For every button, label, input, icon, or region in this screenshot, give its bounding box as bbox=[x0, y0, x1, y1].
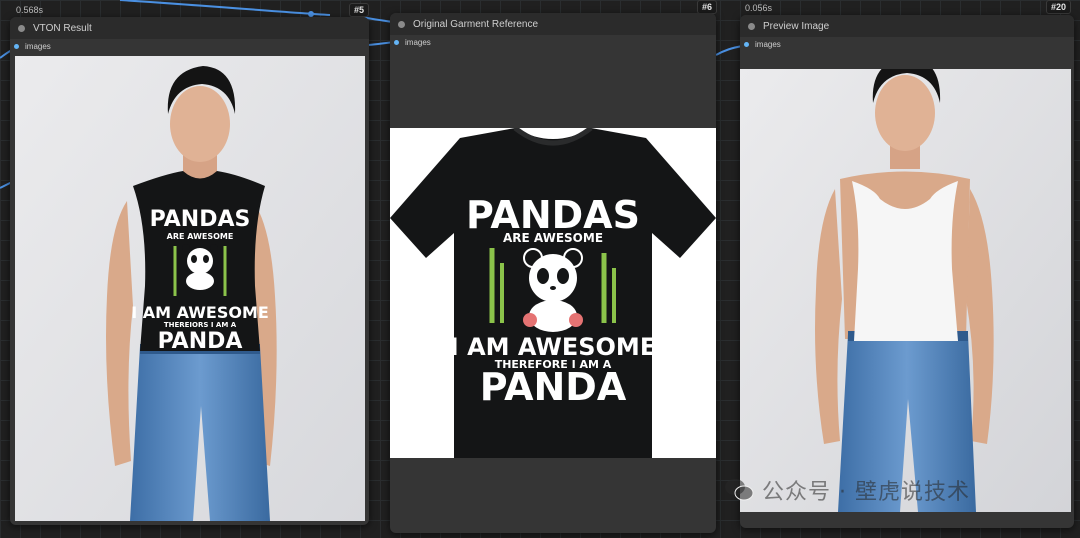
collapse-dot-icon[interactable] bbox=[398, 20, 405, 28]
output-slot[interactable]: images bbox=[10, 39, 369, 53]
node-vton-result[interactable]: VTON Result images PANDAS ARE AWESOME I … bbox=[10, 17, 369, 525]
output-dot-icon[interactable] bbox=[14, 43, 19, 49]
node-title-bar[interactable]: Original Garment Reference bbox=[390, 13, 716, 35]
node-id-badge: #6 bbox=[697, 0, 718, 14]
output-label: images bbox=[405, 37, 431, 47]
node-id-badge: #5 bbox=[349, 3, 370, 17]
link-wire bbox=[715, 45, 743, 56]
wechat-icon bbox=[725, 479, 754, 501]
node-timing: 0.568s bbox=[16, 5, 44, 15]
node-original-garment[interactable]: Original Garment Reference images PANDAS… bbox=[390, 13, 716, 533]
shirt-text: PANDA bbox=[158, 329, 243, 354]
shirt-text: ARE AWESOME bbox=[503, 231, 603, 245]
shirt-text: I AM AWESOME bbox=[450, 333, 656, 361]
shirt-text: THEREIORS I AM A bbox=[164, 321, 237, 329]
collapse-dot-icon[interactable] bbox=[18, 24, 25, 32]
preview-image bbox=[740, 69, 1071, 512]
output-dot-icon[interactable] bbox=[394, 39, 399, 45]
node-preview-image[interactable]: Preview Image images bbox=[740, 15, 1074, 528]
output-label: images bbox=[755, 39, 781, 49]
node-title-bar[interactable]: Preview Image bbox=[740, 15, 1074, 37]
output-slot[interactable]: images bbox=[740, 37, 1074, 51]
collapse-dot-icon[interactable] bbox=[748, 22, 755, 30]
vton-result-image: PANDAS ARE AWESOME I AM AWESOME THEREIOR… bbox=[15, 56, 365, 521]
shirt-text: PANDAS bbox=[150, 207, 251, 232]
watermark: 公众号 · 壁虎说技术 bbox=[724, 474, 970, 506]
link-wire bbox=[119, 0, 331, 16]
shirt-text: PANDA bbox=[480, 365, 627, 409]
output-label: images bbox=[25, 41, 51, 51]
node-timing: 0.056s bbox=[745, 3, 773, 13]
node-title: Preview Image bbox=[763, 20, 830, 32]
garment-image: PANDAS ARE AWESOME I AM AWESOME THEREFOR… bbox=[390, 128, 716, 458]
watermark-text: 公众号 · 壁虎说技术 bbox=[762, 480, 970, 505]
node-id-badge: #20 bbox=[1046, 0, 1072, 14]
output-slot[interactable]: images bbox=[390, 35, 716, 49]
node-title: VTON Result bbox=[33, 22, 92, 34]
person-figure bbox=[740, 69, 1071, 512]
node-title-bar[interactable]: VTON Result bbox=[10, 17, 369, 39]
output-dot-icon[interactable] bbox=[744, 41, 749, 47]
shirt-text: I AM AWESOME bbox=[131, 303, 269, 322]
tshirt-figure: PANDAS ARE AWESOME I AM AWESOME THEREFOR… bbox=[390, 128, 716, 458]
person-figure: PANDAS ARE AWESOME I AM AWESOME THEREIOR… bbox=[15, 56, 365, 521]
node-title: Original Garment Reference bbox=[413, 18, 539, 30]
shirt-text: ARE AWESOME bbox=[167, 232, 234, 241]
